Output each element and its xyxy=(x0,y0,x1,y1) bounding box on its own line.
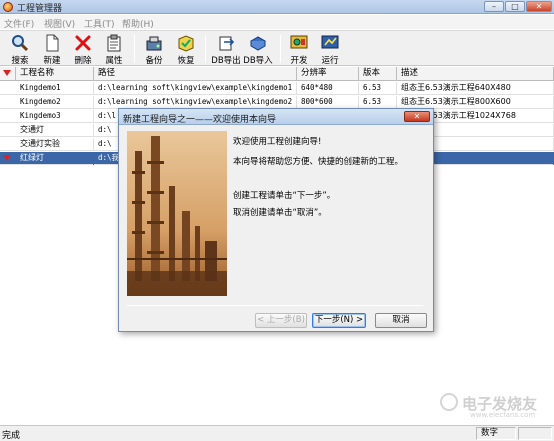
header-version[interactable]: 版本 xyxy=(359,67,397,81)
header-resolution[interactable]: 分辨率 xyxy=(297,67,359,81)
header-description[interactable]: 描述 xyxy=(397,67,554,81)
current-row-icon xyxy=(3,155,11,161)
backup-button[interactable]: 备份 xyxy=(139,34,169,66)
search-icon xyxy=(12,35,29,52)
next-button[interactable]: 下一步(N) > xyxy=(312,313,366,328)
header-marker xyxy=(0,67,16,81)
watermark-url: www.elecfans.com xyxy=(470,411,536,419)
dialog-separator xyxy=(127,305,423,306)
backup-icon xyxy=(146,36,162,51)
marker-icon xyxy=(3,70,11,76)
dialog-close-button[interactable]: ✕ xyxy=(404,111,430,122)
run-icon xyxy=(321,35,339,49)
run-button[interactable]: 运行 xyxy=(315,34,345,66)
status-text: 完成 xyxy=(2,431,21,441)
cancel-button[interactable]: 取消 xyxy=(375,313,427,328)
table-row[interactable]: Kingdemo1 d:\learning soft\kingview\exam… xyxy=(0,82,554,95)
develop-button[interactable]: 开发 xyxy=(284,34,314,66)
toolbar-separator xyxy=(205,35,206,63)
close-button[interactable]: ✕ xyxy=(526,1,552,12)
menu-help[interactable]: 帮助(H) xyxy=(122,17,154,30)
status-bar: 完成 数字 xyxy=(0,425,554,441)
dialog-cancel-hint: 取消创建请单击“取消”。 xyxy=(233,208,327,218)
toolbar-separator xyxy=(134,35,135,63)
dialog-title: 新建工程向导之一——欢迎使用本向导 xyxy=(123,115,277,125)
new-file-icon xyxy=(46,34,59,52)
app-icon xyxy=(3,2,13,12)
status-empty-panel xyxy=(518,427,552,440)
dialog-intro: 本向导将帮助您方便、快捷的创建新的工程。 xyxy=(233,157,404,167)
menu-bar: 文件(F) 视图(V) 工具(T) 帮助(H) xyxy=(0,15,554,30)
develop-icon xyxy=(290,35,308,49)
db-import-icon xyxy=(249,36,267,51)
dialog-title-bar: 新建工程向导之一——欢迎使用本向导 ✕ xyxy=(119,109,433,125)
watermark: 电子发烧友 www.elecfans.com xyxy=(440,390,550,420)
minimize-button[interactable]: – xyxy=(484,1,504,12)
restore-icon xyxy=(178,35,194,52)
db-import-button[interactable]: DB导入 xyxy=(242,34,274,66)
menu-tools[interactable]: 工具(T) xyxy=(84,17,115,30)
watermark-logo-icon xyxy=(440,393,458,411)
properties-button[interactable]: 属性 xyxy=(99,34,129,66)
new-button[interactable]: 新建 xyxy=(37,34,67,66)
window-title: 工程管理器 xyxy=(17,4,63,14)
refinery-image xyxy=(127,131,227,296)
title-bar: 工程管理器 – □ ✕ xyxy=(0,0,554,14)
search-button[interactable]: 搜索 xyxy=(5,34,35,66)
dialog-welcome: 欢迎使用工程创建向导! xyxy=(233,137,322,147)
maximize-button[interactable]: □ xyxy=(505,1,525,12)
back-button[interactable]: < 上一步(B) xyxy=(255,313,307,328)
status-numlock: 数字 xyxy=(476,427,516,440)
db-export-icon xyxy=(219,36,235,51)
properties-icon xyxy=(107,34,121,52)
toolbar-separator xyxy=(280,35,281,63)
toolbar: 搜索 新建 删除 属性 备份 恢复 DB导出 DB导入 开发 运行 xyxy=(0,30,554,66)
dialog-next-hint: 创建工程请单击“下一步”。 xyxy=(233,191,336,201)
db-export-button[interactable]: DB导出 xyxy=(210,34,242,66)
new-project-wizard-dialog: 新建工程向导之一——欢迎使用本向导 ✕ 欢迎使用工程创建向导! 本向导将帮助您方… xyxy=(118,108,434,332)
delete-icon xyxy=(75,35,91,51)
menu-view[interactable]: 视图(V) xyxy=(44,17,75,30)
menu-file[interactable]: 文件(F) xyxy=(4,17,34,30)
header-name[interactable]: 工程名称 xyxy=(16,67,94,81)
header-path[interactable]: 路径 xyxy=(94,67,297,81)
delete-button[interactable]: 删除 xyxy=(68,34,98,66)
restore-button[interactable]: 恢复 xyxy=(171,34,201,66)
